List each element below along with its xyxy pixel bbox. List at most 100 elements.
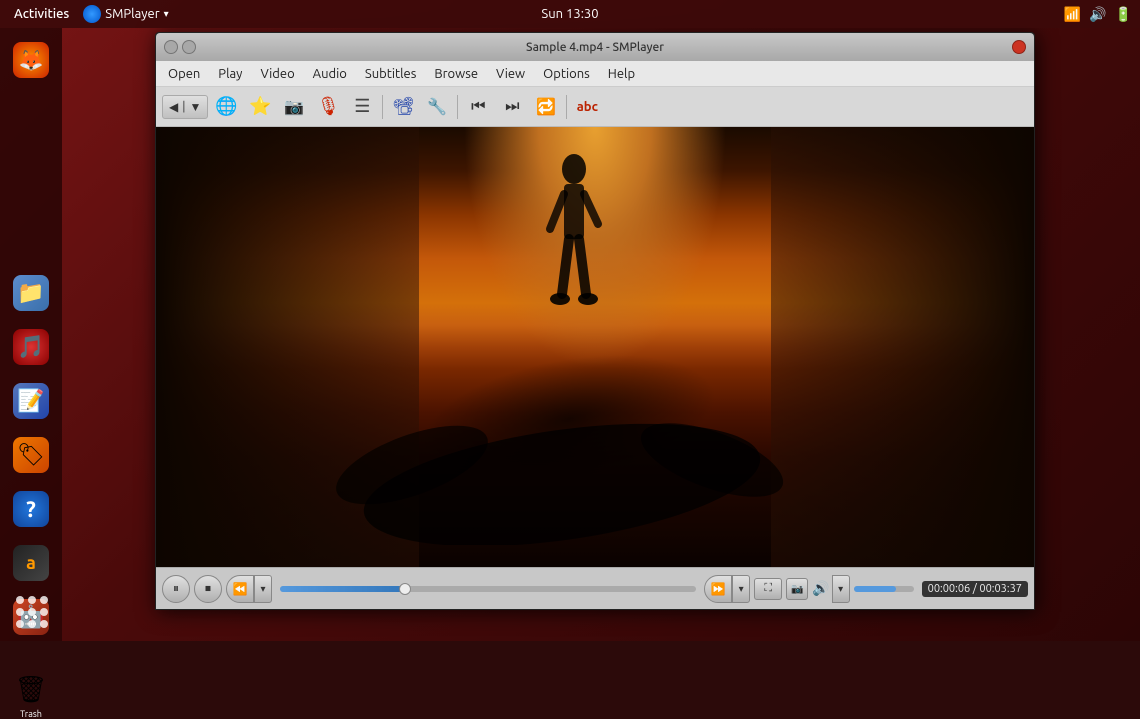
floor-shadow-figure	[332, 365, 792, 545]
title-bar: Sample 4.mp4 - SMPlayer	[156, 33, 1034, 61]
tools-button[interactable]: 🔧	[421, 91, 453, 123]
toolbar-separator-1	[382, 95, 383, 119]
volume-panel-icon[interactable]: 🔊	[1089, 6, 1106, 23]
toolbar-separator-2	[457, 95, 458, 119]
trash-icon: 🗑	[13, 671, 49, 707]
files-icon: 📁	[13, 275, 49, 311]
fullscreen-icon: ⛶	[764, 582, 772, 595]
pause-icon: ⏸	[173, 582, 179, 596]
minimize-button[interactable]	[164, 40, 178, 54]
menu-bar: Open Play Video Audio Subtitles Browse V…	[156, 61, 1034, 87]
rewind-icon: ⏪	[233, 582, 248, 596]
pause-button[interactable]: ⏸	[162, 575, 190, 603]
globe-button[interactable]: 🌐	[210, 91, 242, 123]
loop-button[interactable]: 🔁	[530, 91, 562, 123]
close-button[interactable]	[1012, 40, 1026, 54]
wifi-icon[interactable]: 📶	[1064, 6, 1081, 23]
clock: Sun 13:30	[541, 7, 598, 21]
toolbar-separator-3	[566, 95, 567, 119]
smplayer-window: Sample 4.mp4 - SMPlayer Open Play Video …	[155, 32, 1035, 610]
nav-separator: |	[180, 100, 187, 113]
menu-video[interactable]: Video	[252, 65, 302, 83]
seek-bar[interactable]	[280, 586, 696, 592]
rewind-dropdown[interactable]: ▾	[254, 575, 272, 603]
volume-group: 🔊 ▾	[812, 575, 849, 603]
tools-icon: 🔧	[427, 97, 447, 116]
dock-item-firefox[interactable]: 🦊	[7, 36, 55, 84]
forward-icon: ⏩	[711, 582, 726, 596]
apps-grid-icon	[13, 593, 49, 629]
activities-button[interactable]: Activities	[8, 7, 75, 21]
maximize-button[interactable]	[182, 40, 196, 54]
dock-item-amazon[interactable]: a	[7, 539, 55, 587]
volume-dropdown[interactable]: ▾	[832, 575, 850, 603]
microphone-button[interactable]: 🎙	[312, 91, 344, 123]
screenshot-ctrl-icon: 📷	[791, 583, 803, 595]
dock-item-appcenter[interactable]: 🏷	[7, 431, 55, 479]
stop-icon: ⏹	[205, 582, 211, 596]
star-icon: ⭐	[249, 96, 271, 117]
person-silhouette	[534, 149, 614, 349]
loop-icon: 🔁	[536, 97, 556, 116]
top-panel: Activities SMPlayer ▾ Sun 13:30 📶 🔊 🔋	[0, 0, 1140, 28]
dock-item-help[interactable]: ?	[7, 485, 55, 533]
video-file-button[interactable]: 📽	[387, 91, 419, 123]
menu-open[interactable]: Open	[160, 65, 208, 83]
menu-help[interactable]: Help	[600, 65, 643, 83]
menu-subtitles[interactable]: Subtitles	[357, 65, 424, 83]
screenshot-ctrl-button[interactable]: 📷	[786, 578, 808, 600]
volume-bar[interactable]	[854, 586, 914, 592]
nav-arrows-group: ◀ | ▼	[162, 95, 208, 119]
forward-button[interactable]: ⏩	[704, 575, 732, 603]
seek-handle[interactable]	[399, 583, 411, 595]
seek-fill	[280, 586, 405, 592]
battery-icon[interactable]: 🔋	[1115, 6, 1132, 23]
menu-audio[interactable]: Audio	[305, 65, 355, 83]
menu-play[interactable]: Play	[210, 65, 250, 83]
writer-icon: 📝	[13, 383, 49, 419]
next-chapter-button[interactable]: ⏭	[496, 91, 528, 123]
control-bar: ⏸ ⏹ ⏪ ▾ ⏩ ▾	[156, 567, 1034, 609]
wall-right	[771, 127, 1034, 567]
favorites-button[interactable]: ⭐	[244, 91, 276, 123]
nav-back-button[interactable]: ◀	[167, 100, 180, 114]
subtitle-button[interactable]: abc	[571, 91, 603, 123]
volume-fill	[854, 586, 896, 592]
system-tray: 📶 🔊 🔋	[1064, 6, 1132, 23]
playlist-button[interactable]: ☰	[346, 91, 378, 123]
desktop: Activities SMPlayer ▾ Sun 13:30 📶 🔊 🔋 🦊 …	[0, 0, 1140, 641]
stop-button[interactable]: ⏹	[194, 575, 222, 603]
rewind-group: ⏪ ▾	[226, 575, 272, 603]
smplayer-menu-arrow[interactable]: ▾	[164, 8, 169, 20]
show-apps-button[interactable]	[7, 585, 55, 633]
next-chapter-icon: ⏭	[505, 97, 519, 116]
forward-group: ⏩ ▾	[704, 575, 750, 603]
menu-browse[interactable]: Browse	[426, 65, 486, 83]
smplayer-taskbar-item[interactable]: SMPlayer ▾	[83, 5, 168, 23]
prev-chapter-icon: ⏮	[471, 97, 485, 116]
menu-options[interactable]: Options	[535, 65, 598, 83]
camera-icon: 📷	[284, 97, 304, 116]
menu-view[interactable]: View	[488, 65, 533, 83]
rhythmbox-icon: 🎵	[13, 329, 49, 365]
dock: 🦊 🗑 Trash 📁 🎵 📝 🏷 ? a	[0, 28, 62, 641]
volume-icon[interactable]: 🔊	[812, 580, 829, 597]
subtitle-icon: abc	[577, 100, 598, 114]
amazon-icon: a	[13, 545, 49, 581]
time-display: 00:00:06 / 00:03:37	[922, 581, 1028, 597]
help-icon: ?	[13, 491, 49, 527]
nav-forward-button[interactable]: ▼	[187, 100, 203, 114]
rewind-button[interactable]: ⏪	[226, 575, 254, 603]
fullscreen-button[interactable]: ⛶	[754, 578, 782, 600]
forward-dropdown[interactable]: ▾	[732, 575, 750, 603]
dock-item-trash[interactable]: 🗑 Trash	[7, 671, 55, 719]
firefox-icon: 🦊	[13, 42, 49, 78]
screenshot-button[interactable]: 📷	[278, 91, 310, 123]
prev-chapter-button[interactable]: ⏮	[462, 91, 494, 123]
dock-item-writer[interactable]: 📝	[7, 377, 55, 425]
video-icon: 📽	[392, 96, 415, 117]
dock-item-files[interactable]: 📁	[7, 269, 55, 317]
mic-icon: 🎙	[317, 96, 340, 117]
dock-item-rhythmbox[interactable]: 🎵	[7, 323, 55, 371]
video-area[interactable]	[156, 127, 1034, 567]
